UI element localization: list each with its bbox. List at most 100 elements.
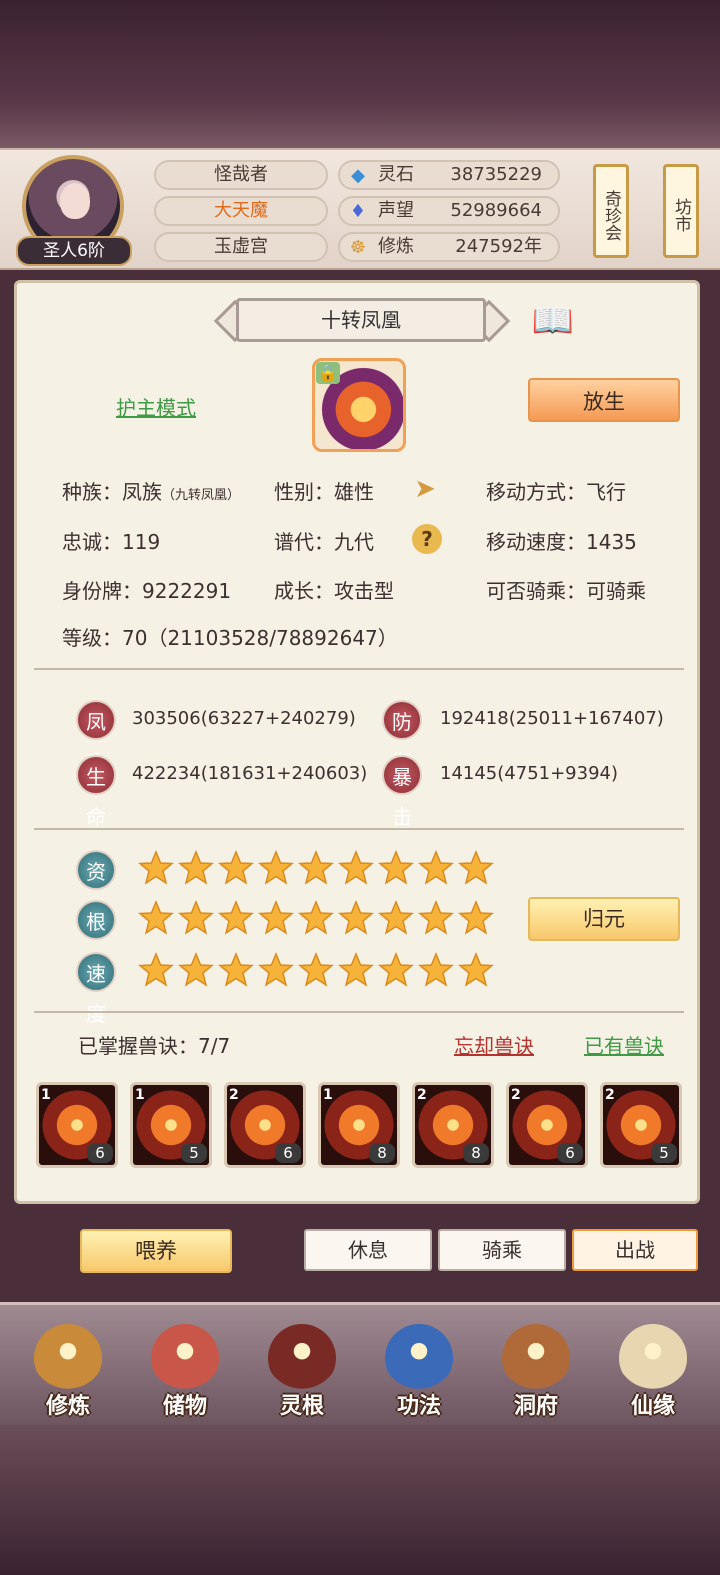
restore-button[interactable]: 归元 — [528, 897, 680, 941]
nav-item[interactable]: 灵根 — [252, 1310, 352, 1419]
storage-bag-icon — [151, 1324, 219, 1392]
star-icon — [338, 900, 374, 936]
nav-item[interactable]: 储物 — [135, 1310, 235, 1419]
nav-item[interactable]: 功法 — [369, 1310, 469, 1419]
star-icon — [298, 952, 334, 988]
player-rank: 圣人6阶 — [16, 236, 132, 266]
star-icon — [458, 900, 494, 936]
resource-value: 247592年 — [455, 236, 542, 257]
release-button[interactable]: 放生 — [528, 378, 680, 422]
star-icon — [218, 850, 254, 886]
speed-badge: 速度 — [76, 952, 116, 1026]
skill-tier: 2 — [511, 1087, 521, 1103]
market-button[interactable]: 坊市 — [663, 164, 699, 258]
id-tag-info: 身份牌：9222291 — [62, 579, 232, 603]
cave-mansion-icon — [502, 1324, 570, 1392]
book-quill-icon[interactable]: 📖 — [528, 300, 578, 342]
aptitude-badge: 资质 — [76, 850, 116, 924]
star-icon — [138, 850, 174, 886]
feed-button[interactable]: 喂养 — [80, 1229, 232, 1273]
star-icon — [418, 952, 454, 988]
nav-label: 仙缘 — [630, 1394, 675, 1419]
forget-skill-link[interactable]: 忘却兽诀 — [454, 1030, 534, 1059]
race-sub: （九转凤凰） — [162, 488, 241, 503]
gem-icon: ◆ — [351, 165, 365, 186]
pet-name-plate: 十转凤凰 — [236, 298, 486, 342]
skill-tier: 2 — [229, 1087, 239, 1103]
skill-tier: 2 — [417, 1087, 427, 1103]
rideable-info: 可否骑乘：可骑乘 — [486, 579, 646, 603]
player-header: 圣人6阶 怪哉者 大天魔 玉虚宫 ◆ 灵石 38735229 ♦ 声望 5298… — [0, 148, 720, 270]
speed-stars — [138, 952, 494, 988]
top-background — [0, 0, 720, 148]
battle-button[interactable]: 出战 — [572, 1229, 698, 1271]
player-name: 怪哉者 — [154, 160, 328, 190]
nav-label: 洞府 — [513, 1394, 558, 1419]
ride-button[interactable]: 骑乘 — [438, 1229, 566, 1271]
resource-spirit-stone: ◆ 灵石 38735229 — [338, 160, 560, 190]
bone-badge: 根骨 — [76, 900, 116, 974]
player-title: 大天魔 — [154, 196, 328, 226]
skill-slot[interactable]: 28 — [412, 1082, 494, 1168]
defense-badge: 防御 — [382, 700, 422, 774]
level-info: 等级：70（21103528/78892647） — [62, 626, 398, 650]
star-icon — [458, 850, 494, 886]
bone-stars — [138, 900, 494, 936]
resource-label: 灵石 — [378, 164, 414, 185]
bottom-background — [0, 1425, 720, 1575]
skill-slot[interactable]: 26 — [506, 1082, 588, 1168]
star-icon — [258, 952, 294, 988]
generation-info: 谱代：九代 — [274, 530, 374, 554]
skill-level: 8 — [369, 1143, 395, 1163]
attack-value: 303506(63227+240279) — [132, 708, 356, 729]
star-icon — [458, 952, 494, 988]
skill-slot[interactable]: 15 — [130, 1082, 212, 1168]
star-icon — [138, 952, 174, 988]
hp-badge: 生命 — [76, 755, 116, 829]
arrow-right-icon[interactable]: ➤ — [410, 474, 440, 504]
star-icon — [138, 900, 174, 936]
star-icon — [378, 952, 414, 988]
divider — [34, 668, 684, 670]
help-icon[interactable]: ? — [412, 524, 442, 554]
nav-item[interactable]: 修炼 — [18, 1310, 118, 1419]
skills-mastered-label: 已掌握兽诀：7/7 — [78, 1034, 231, 1058]
rest-button[interactable]: 休息 — [304, 1229, 432, 1271]
skill-slot[interactable]: 18 — [318, 1082, 400, 1168]
skill-slot[interactable]: 16 — [36, 1082, 118, 1168]
skill-tier: 2 — [605, 1087, 615, 1103]
skill-slot[interactable]: 26 — [224, 1082, 306, 1168]
skill-slot[interactable]: 25 — [600, 1082, 682, 1168]
resource-cultivation: ☸ 修炼 247592年 — [338, 232, 560, 262]
nav-label: 功法 — [396, 1394, 441, 1419]
resource-reputation: ♦ 声望 52989664 — [338, 196, 560, 226]
move-type-info: 移动方式：飞行 — [486, 480, 626, 504]
skill-tier: 1 — [323, 1087, 333, 1103]
attack-badge: 凤攻 — [76, 700, 116, 774]
nav-item[interactable]: 仙缘 — [603, 1310, 703, 1419]
technique-book-icon — [385, 1324, 453, 1392]
star-icon — [218, 900, 254, 936]
defense-value: 192418(25011+167407) — [440, 708, 664, 729]
race-label: 种族：凤族 — [62, 480, 162, 504]
resource-label: 修炼 — [378, 236, 414, 257]
star-icon — [258, 900, 294, 936]
owned-skill-link[interactable]: 已有兽诀 — [584, 1030, 664, 1059]
star-icon — [418, 900, 454, 936]
star-icon — [178, 850, 214, 886]
player-sect: 玉虚宫 — [154, 232, 328, 262]
treasure-fair-button[interactable]: 奇珍会 — [593, 164, 629, 258]
cultivation-icon — [34, 1324, 102, 1392]
lock-icon[interactable]: 🔒 — [316, 362, 340, 384]
star-icon — [218, 952, 254, 988]
star-icon — [378, 900, 414, 936]
skill-level: 6 — [557, 1143, 583, 1163]
nav-item[interactable]: 洞府 — [486, 1310, 586, 1419]
aptitude-stars — [138, 850, 494, 886]
spirit-root-icon — [268, 1324, 336, 1392]
crit-value: 14145(4751+9394) — [440, 763, 619, 784]
fortune-gourd-icon — [619, 1324, 687, 1392]
skill-level: 6 — [275, 1143, 301, 1163]
guard-mode-link[interactable]: 护主模式 — [116, 392, 196, 421]
skill-level: 5 — [181, 1143, 207, 1163]
